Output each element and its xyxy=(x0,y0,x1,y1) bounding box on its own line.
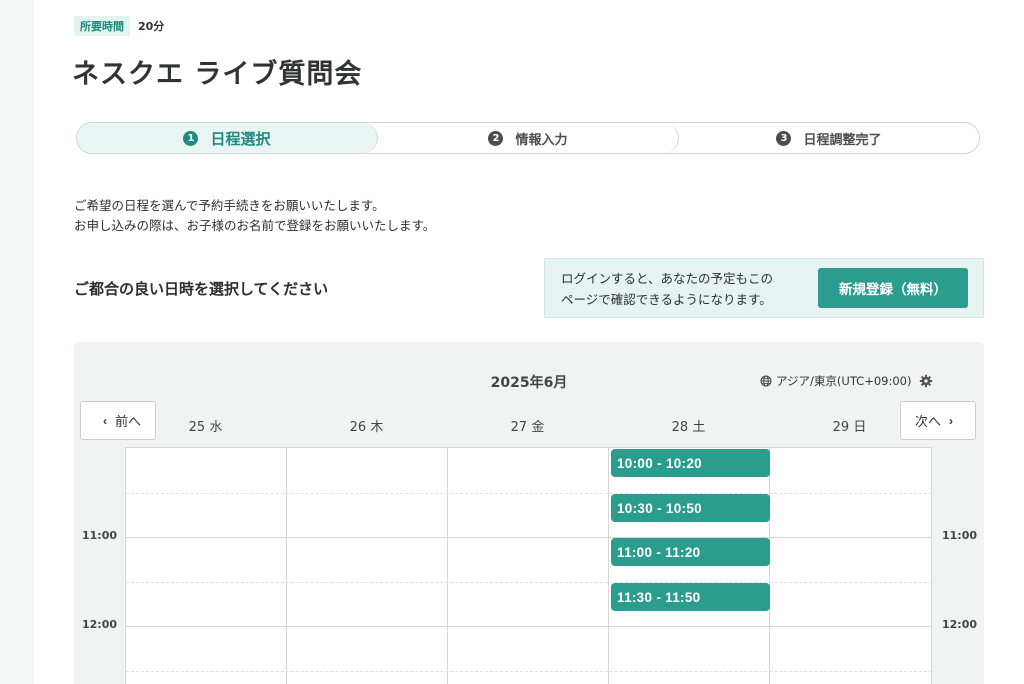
time-label-left: 12:00 xyxy=(82,618,118,631)
day-header: 28 土 xyxy=(671,420,706,435)
time-slot[interactable]: 11:00 - 11:20 xyxy=(611,538,770,566)
login-line: ページで確認できるようになります。 xyxy=(561,292,772,307)
time-grid: 10:00 - 10:20 10:30 - 10:50 11:00 - 11:2… xyxy=(125,447,932,684)
grid-divider xyxy=(447,448,448,684)
intro-text: ご希望の日程を選んで予約手続きをお願いいたします。 お申し込みの際は、お子様のお… xyxy=(74,196,435,236)
grid-divider xyxy=(286,448,287,684)
step-number-icon: 2 xyxy=(488,130,504,146)
login-prompt-text: ログインすると、あなたの予定もこの ページで確認できるようになります。 xyxy=(561,268,773,310)
step-label: 情報入力 xyxy=(515,132,568,148)
grid-half-hour-line xyxy=(126,493,932,494)
booking-page: 所要時間 20分 ネスクエ ライブ質問会 1 日程選択 2 情報入力 3 日程調… xyxy=(34,0,1024,684)
timezone-label: アジア/東京(UTC+09:00) xyxy=(776,374,912,388)
calendar: 2025年6月 アジア/東京(UTC+09:00) ‹ 前へ 次へ › 25 水… xyxy=(74,342,984,684)
time-label-left: 11:00 xyxy=(82,529,118,542)
grid-divider xyxy=(769,448,770,684)
day-header: 29 日 xyxy=(832,420,867,435)
register-button[interactable]: 新規登録（無料） xyxy=(818,268,968,308)
login-line: ログインすると、あなたの予定もこの xyxy=(561,271,774,286)
day-header: 25 水 xyxy=(188,420,223,435)
login-prompt: ログインすると、あなたの予定もこの ページで確認できるようになります。 新規登録… xyxy=(544,258,984,318)
step-label: 日程選択 xyxy=(210,129,271,148)
time-slot[interactable]: 10:00 - 10:20 xyxy=(611,449,770,477)
intro-line: ご希望の日程を選んで予約手続きをお願いいたします。 xyxy=(74,198,385,213)
globe-icon xyxy=(760,375,772,387)
grid-hour-line xyxy=(126,626,932,627)
grid-hour-line xyxy=(126,537,932,538)
time-slot[interactable]: 11:30 - 11:50 xyxy=(611,583,770,611)
grid-half-hour-line xyxy=(126,671,932,672)
select-datetime-heading: ご都合の良い日時を選択してください xyxy=(74,280,329,298)
step-date-select: 1 日程選択 xyxy=(77,123,378,153)
step-indicator: 1 日程選択 2 情報入力 3 日程調整完了 xyxy=(76,122,980,154)
grid-divider xyxy=(608,448,609,684)
step-label: 日程調整完了 xyxy=(803,132,882,148)
timezone-selector[interactable]: アジア/東京(UTC+09:00) xyxy=(760,373,933,389)
step-number-icon: 3 xyxy=(776,130,792,146)
step-number-icon: 1 xyxy=(183,130,199,146)
time-label-right: 12:00 xyxy=(942,618,978,631)
step-info-input: 2 情報入力 xyxy=(378,123,679,153)
grid-divider xyxy=(931,448,932,684)
duration-row: 所要時間 20分 xyxy=(74,16,165,36)
page-title: ネスクエ ライブ質問会 xyxy=(72,59,363,90)
day-header: 27 金 xyxy=(510,420,545,435)
step-complete: 3 日程調整完了 xyxy=(679,123,979,153)
gear-icon[interactable] xyxy=(919,374,933,388)
intro-line: お申し込みの際は、お子様のお名前で登録をお願いいたします。 xyxy=(74,218,436,233)
chevron-right-icon: › xyxy=(949,413,953,428)
duration-badge: 所要時間 xyxy=(74,16,130,36)
time-label-right: 11:00 xyxy=(942,529,978,542)
time-slot[interactable]: 10:30 - 10:50 xyxy=(611,494,770,522)
duration-value: 20分 xyxy=(138,20,165,33)
day-header: 26 木 xyxy=(349,420,384,435)
chevron-left-icon: ‹ xyxy=(102,413,107,428)
grid-half-hour-line xyxy=(126,582,932,583)
